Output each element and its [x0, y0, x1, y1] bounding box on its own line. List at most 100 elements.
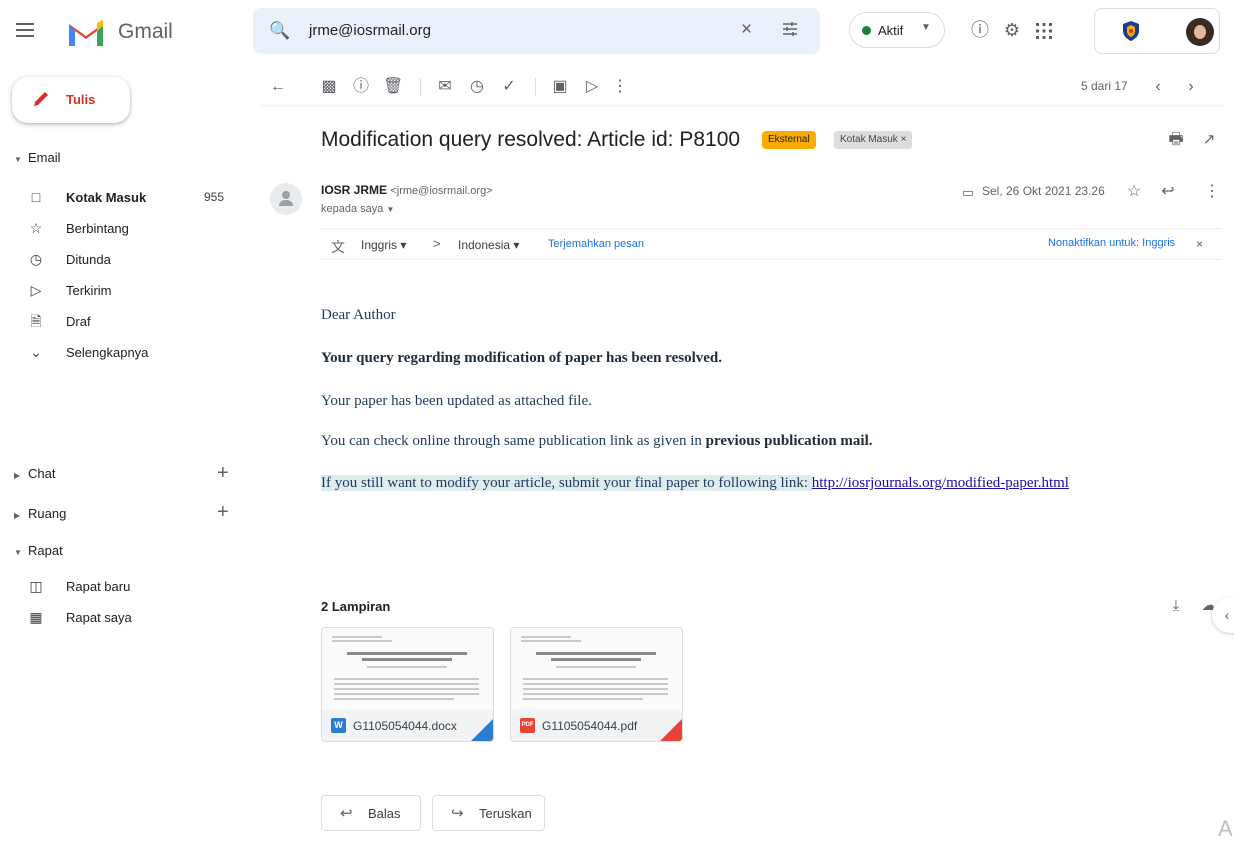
apps-grid-icon[interactable] [1034, 21, 1054, 41]
main-menu-button[interactable] [14, 20, 36, 42]
label-tag-icon: ▭ [961, 185, 975, 200]
status-dot [862, 26, 871, 35]
clear-search-icon[interactable]: × [741, 19, 752, 41]
target-language-dropdown[interactable]: Indonesia ▾ [458, 238, 519, 252]
recipient-dropdown[interactable]: kepada saya ▼ [321, 203, 394, 215]
inbox-label-chip[interactable]: Kotak Masuk × [834, 131, 913, 149]
delete-icon[interactable]: 🗑 [383, 77, 403, 97]
attachment-footer: W G1105054044.docx [322, 710, 493, 741]
back-arrow-icon[interactable]: ← [268, 77, 288, 97]
edge-fragment: A [1218, 816, 1233, 841]
reply-icon[interactable]: ↩ [1156, 180, 1180, 204]
search-icon[interactable]: 🔍 [269, 21, 290, 41]
section-email[interactable]: ▼ Email [14, 150, 61, 165]
attachments-title: 2 Lampiran [321, 599, 391, 614]
calendar-icon: ▦ [29, 609, 43, 625]
settings-icon[interactable]: ⚙ [1000, 18, 1024, 42]
newer-chevron-icon[interactable]: ‹ [1148, 77, 1168, 97]
snooze-icon[interactable]: ◷ [467, 77, 487, 97]
body-line-resolved: Your query regarding modification of pap… [321, 350, 722, 366]
sidebar-item-new-meeting[interactable]: ◫ Rapat baru [20, 576, 240, 600]
body-line-updated: Your paper has been updated as attached … [321, 393, 592, 409]
sidebar-item-more[interactable]: ⌄ Selengkapnya [20, 342, 240, 366]
message-toolbar: ← ▩ ⓘ 🗑 ✉ ◷ ✓ ▣ ▷ ⋮ 5 dari 17 ‹ › [260, 70, 1224, 106]
sidebar-item-my-meetings[interactable]: ▦ Rapat saya [20, 607, 240, 631]
archive-icon[interactable]: ▩ [319, 77, 339, 97]
external-badge: Eksternal [762, 131, 816, 149]
print-icon[interactable]: 🖶 [1164, 128, 1188, 152]
reply-icon: ↩ [340, 805, 353, 822]
new-chat-plus-icon[interactable]: + [217, 463, 229, 483]
side-panel-toggle-chevron-icon[interactable]: ‹ [1212, 597, 1234, 633]
more-vert-icon[interactable]: ⋮ [1200, 180, 1224, 204]
pencil-icon [34, 92, 48, 106]
attachment-pdf[interactable]: PDF G1105054044.pdf [510, 627, 683, 742]
close-icon[interactable]: × [1196, 237, 1203, 251]
translate-icon: 文 [331, 239, 345, 255]
attachment-footer: PDF G1105054044.pdf [511, 710, 682, 741]
caret-right-icon: ▶ [14, 471, 21, 480]
app-name: Gmail [118, 20, 173, 43]
add-task-icon[interactable]: ✓ [499, 77, 519, 97]
attachment-name: G1105054044.docx [353, 719, 457, 733]
pagination-text: 5 dari 17 [1081, 79, 1128, 93]
pdf-file-icon: PDF [520, 718, 535, 733]
sidebar-item-inbox[interactable]: □ Kotak Masuk 955 [20, 187, 240, 211]
translate-bar: 文 Inggris ▾ > Indonesia ▾ Terjemahkan pe… [321, 228, 1221, 260]
help-icon[interactable]: ⓘ [968, 18, 992, 42]
caret-down-icon: ▼ [14, 155, 22, 164]
divider [420, 78, 421, 96]
inbox-icon: □ [31, 189, 41, 205]
caret-down-icon: ▼ [14, 548, 22, 557]
search-input[interactable]: jrme@iosrmail.org [309, 22, 431, 39]
email-subject: Modification query resolved: Article id:… [321, 128, 741, 151]
video-plus-icon: ◫ [29, 578, 43, 594]
older-chevron-icon[interactable]: › [1181, 77, 1201, 97]
sidebar-item-sent[interactable]: ▷ Terkirim [20, 280, 240, 304]
body-line-check-online: You can check online through same public… [321, 433, 873, 449]
move-to-icon[interactable]: ▣ [550, 77, 570, 97]
file-corner-decoration [660, 719, 682, 741]
file-corner-decoration [471, 719, 493, 741]
compose-label: Tulis [66, 92, 96, 107]
body-line-modify: If you still want to modify your article… [321, 475, 1069, 491]
new-space-plus-icon[interactable]: + [217, 502, 229, 522]
section-meet[interactable]: ▼ Rapat [14, 543, 63, 558]
attachment-docx[interactable]: W G1105054044.docx [321, 627, 494, 742]
star-icon: ☆ [29, 220, 43, 236]
star-icon[interactable]: ☆ [1122, 180, 1146, 204]
reply-button[interactable]: ↩ Balas [321, 795, 421, 831]
arrow-right-icon: > [433, 236, 441, 251]
source-language-dropdown[interactable]: Inggris ▾ [361, 238, 406, 252]
open-new-window-icon[interactable]: ↗ [1197, 128, 1221, 152]
chevron-down-icon: ⌄ [30, 344, 42, 360]
avatar[interactable] [1186, 18, 1214, 46]
sidebar-item-snoozed[interactable]: ◷ Ditunda [20, 249, 240, 273]
status-dropdown[interactable]: Aktif ▼ [849, 12, 945, 48]
sidebar-item-starred[interactable]: ☆ Berbintang [20, 218, 240, 242]
section-spaces[interactable]: ▶ Ruang [14, 506, 66, 521]
section-chat[interactable]: ▶ Chat [14, 466, 55, 481]
label-icon[interactable]: ▷ [582, 77, 602, 97]
more-vert-icon[interactable]: ⋮ [610, 77, 630, 97]
compose-button[interactable]: Tulis [12, 77, 130, 123]
report-spam-icon[interactable]: ⓘ [351, 77, 371, 97]
account-area[interactable] [1094, 8, 1220, 54]
caret-down-icon: ▼ [386, 205, 395, 214]
sender-address: <jrme@iosrmail.org> [390, 185, 493, 197]
draft-icon: 🗎 [30, 313, 42, 329]
modified-paper-link[interactable]: http://iosrjournals.org/modified-paper.h… [812, 475, 1069, 491]
sender-info: IOSR JRME <jrme@iosrmail.org> [321, 183, 493, 197]
translate-message-link[interactable]: Terjemahkan pesan [548, 238, 644, 250]
mark-unread-icon[interactable]: ✉ [435, 77, 455, 97]
download-all-icon[interactable]: ⤓ [1164, 594, 1188, 618]
forward-button[interactable]: ↪ Teruskan [432, 795, 545, 831]
forward-icon: ↪ [451, 805, 464, 822]
clock-icon: ◷ [29, 251, 43, 267]
attachment-preview [322, 628, 493, 710]
sidebar-item-drafts[interactable]: 🗎 Draf [20, 311, 240, 335]
disable-translation-link[interactable]: Nonaktifkan untuk: Inggris [1048, 237, 1175, 249]
search-bar[interactable]: 🔍 jrme@iosrmail.org × [253, 8, 820, 54]
organization-logo [1123, 21, 1139, 41]
search-options-icon[interactable] [781, 20, 799, 38]
